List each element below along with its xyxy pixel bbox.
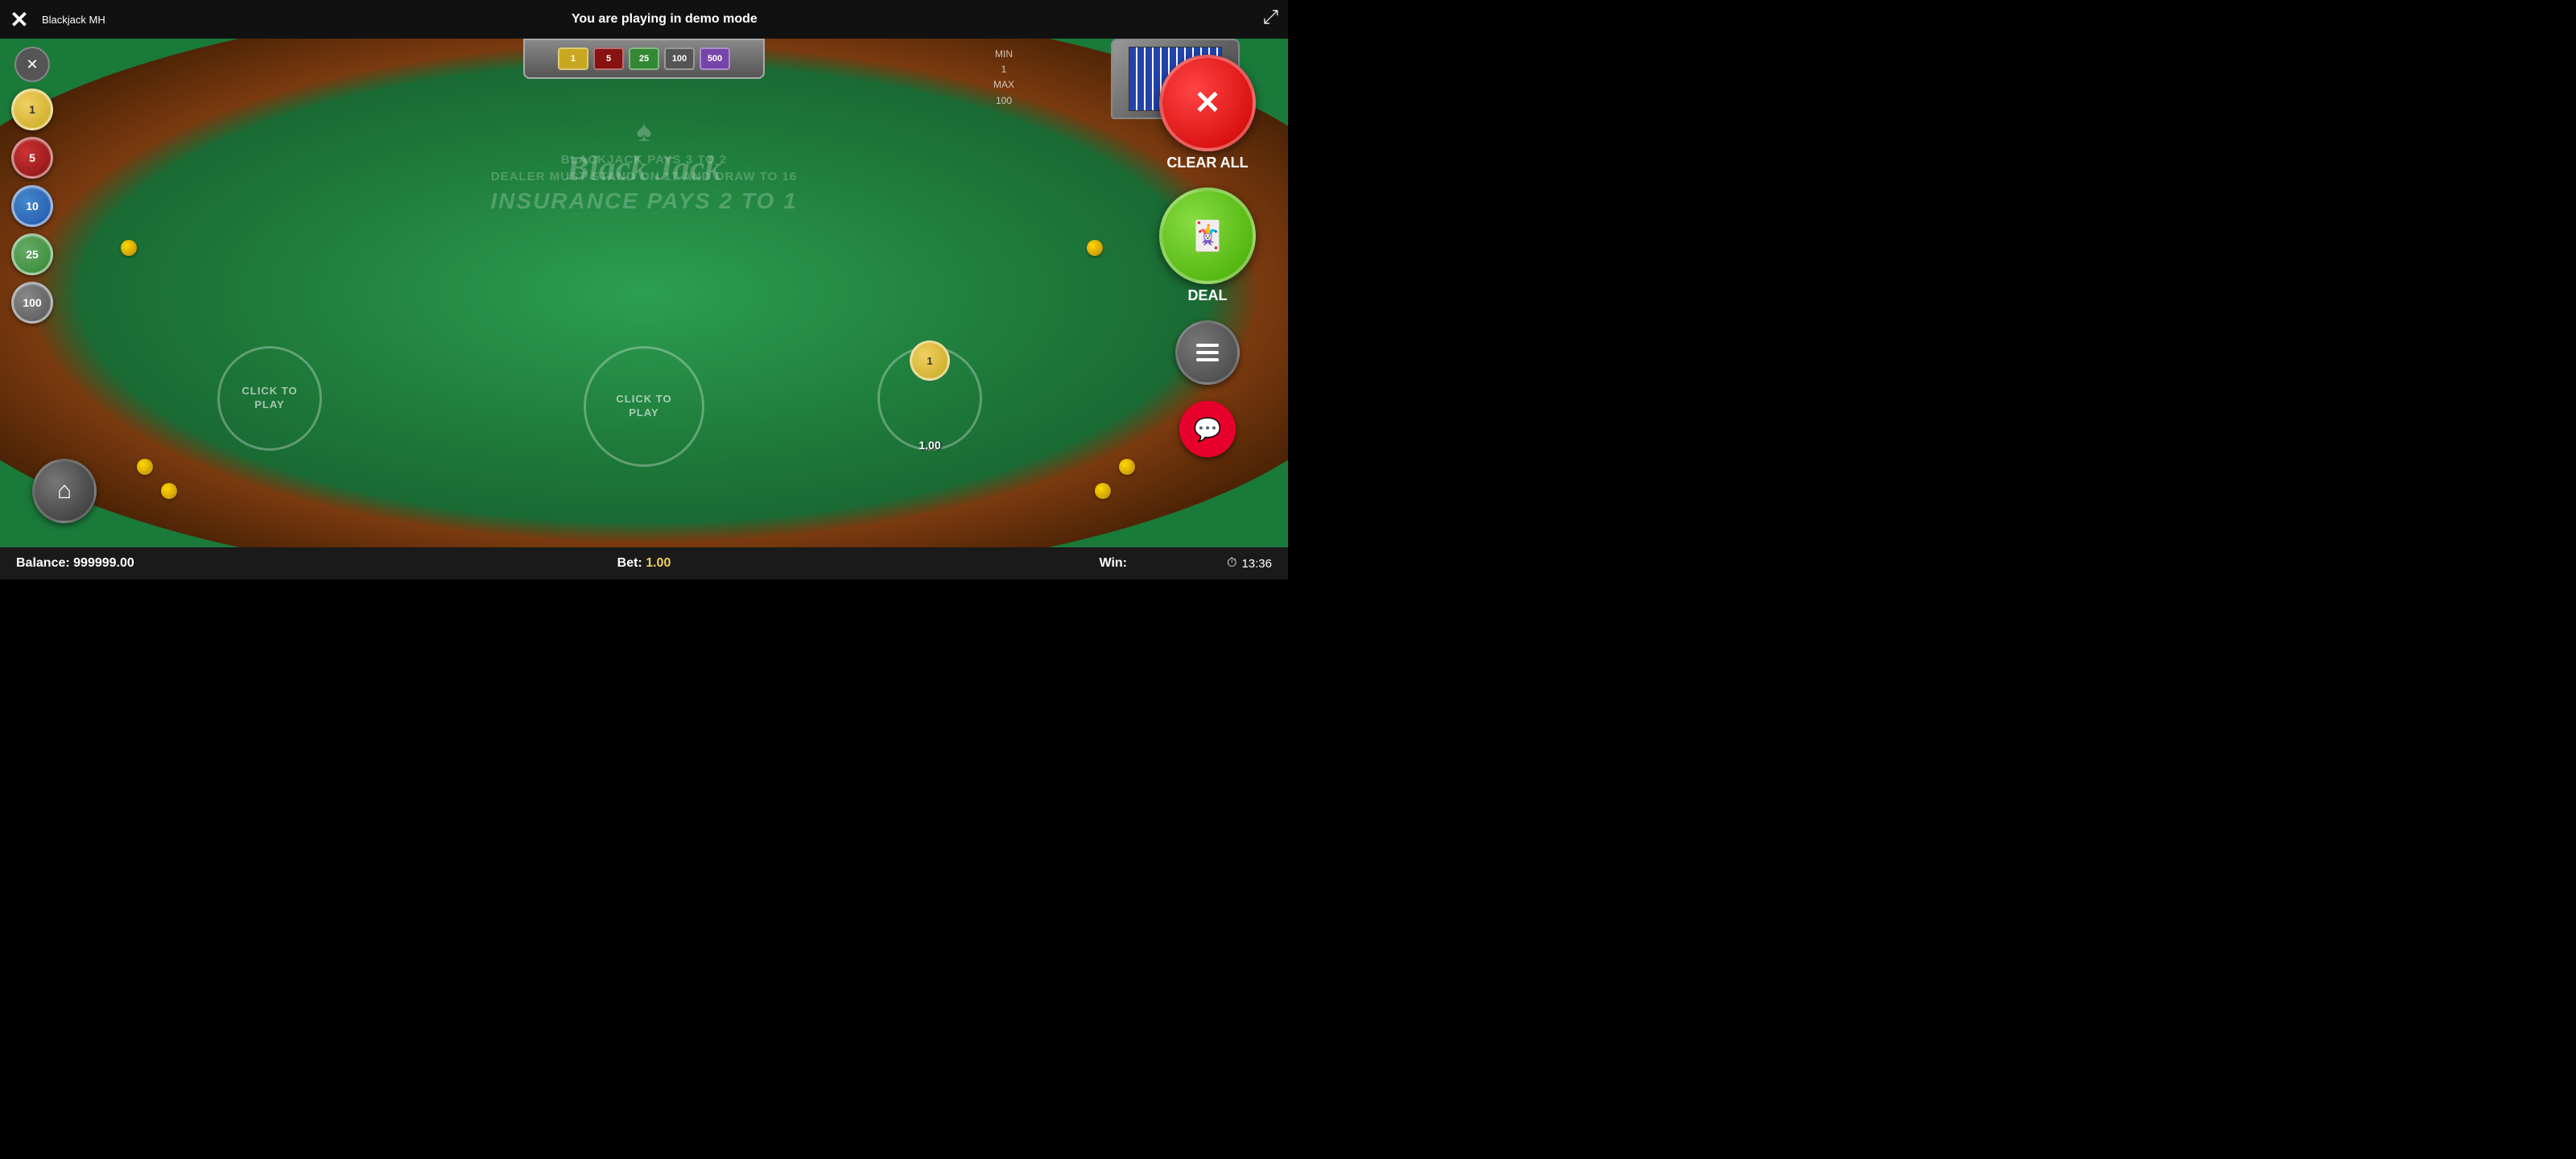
bet-label: Bet: — [617, 556, 642, 570]
chat-icon: 💬 — [1194, 416, 1222, 443]
top-bar: ✕ Blackjack MH You are playing in demo m… — [0, 0, 1288, 39]
game-title: Blackjack MH — [42, 14, 105, 26]
bet-spot-center-text: CLICK TOPLAY — [616, 393, 671, 420]
fullscreen-button[interactable]: ⤢ — [1263, 6, 1278, 29]
max-label: MAX — [993, 77, 1014, 93]
min-value: 1 — [993, 62, 1014, 77]
timer-icon: ⏱ — [1227, 556, 1236, 571]
game-area: 1 5 25 100 500 MIN 1 MAX 100 ♠ Black Jac… — [0, 39, 1288, 547]
chat-button[interactable]: 💬 — [1179, 401, 1236, 457]
tray-chip-500: 500 — [700, 47, 730, 70]
tray-chip-100: 100 — [664, 47, 695, 70]
home-button[interactable]: ⌂ — [32, 459, 97, 523]
bottom-bar: Balance: 999999.00 Bet: 1.00 Win: ⏱ 13:3… — [0, 547, 1288, 580]
bet-spot-right[interactable]: 1 1.00 — [877, 346, 982, 451]
max-value: 100 — [993, 93, 1014, 109]
bet-amount-right: 1.00 — [919, 439, 940, 452]
sidebar-close-button[interactable]: ✕ — [14, 47, 50, 82]
tray-chip-1: 1 — [558, 47, 588, 70]
bet-spot-left-text: CLICK TOPLAY — [242, 385, 297, 412]
win-display: Win: — [1099, 556, 1127, 571]
demo-mode-banner: You are playing in demo mode — [105, 12, 1224, 27]
chip-1[interactable]: 1 — [11, 89, 53, 130]
close-button[interactable]: ✕ — [0, 0, 39, 39]
tray-chip-25: 25 — [629, 47, 659, 70]
balance-display: Balance: 999999.00 — [16, 556, 134, 571]
bet-chip-right: 1 — [910, 340, 950, 381]
chip-25[interactable]: 25 — [11, 233, 53, 275]
balance-value: 999999.00 — [73, 556, 134, 570]
action-sidebar: ✕ CLEAR ALL 🃏 DEAL 💬 — [1127, 39, 1288, 547]
bet-spot-left[interactable]: CLICK TOPLAY — [217, 346, 322, 451]
chip-10[interactable]: 10 — [11, 185, 53, 227]
menu-button[interactable] — [1175, 320, 1240, 385]
balance-label: Balance: — [16, 556, 70, 570]
clear-all-button[interactable]: ✕ — [1159, 55, 1256, 151]
deal-button[interactable]: 🃏 — [1159, 188, 1256, 284]
deal-cards-icon: 🃏 — [1190, 219, 1226, 253]
banner-top-text: BLACKJACK PAYS 3 TO 2DEALER MUST STAND O… — [394, 151, 894, 185]
chip-tray: 1 5 25 100 500 — [523, 39, 765, 79]
clear-all-label: CLEAR ALL — [1159, 155, 1256, 171]
chip-100[interactable]: 100 — [11, 282, 53, 324]
timer-value: 13:36 — [1241, 557, 1272, 571]
timer-display: ⏱ 13:36 — [1227, 556, 1272, 571]
chip-5[interactable]: 5 — [11, 137, 53, 179]
home-icon: ⌂ — [57, 477, 72, 505]
spade-icon: ♠ — [636, 115, 651, 147]
banner-main-text: INSURANCE PAYS 2 TO 1 — [394, 188, 894, 214]
bet-display: Bet: 1.00 — [617, 556, 671, 571]
bet-limits: MIN 1 MAX 100 — [993, 47, 1014, 109]
tray-chip-5: 5 — [593, 47, 624, 70]
content-layer: 1 5 25 100 500 MIN 1 MAX 100 ♠ Black Jac… — [0, 39, 1288, 547]
deal-label: DEAL — [1159, 287, 1256, 304]
bet-value: 1.00 — [646, 556, 671, 570]
min-label: MIN — [993, 47, 1014, 62]
clear-all-icon: ✕ — [1194, 85, 1221, 122]
hamburger-icon — [1196, 344, 1219, 361]
info-banner: BLACKJACK PAYS 3 TO 2DEALER MUST STAND O… — [394, 151, 894, 214]
win-label: Win: — [1099, 556, 1127, 570]
bet-spot-center[interactable]: CLICK TOPLAY — [584, 346, 704, 467]
